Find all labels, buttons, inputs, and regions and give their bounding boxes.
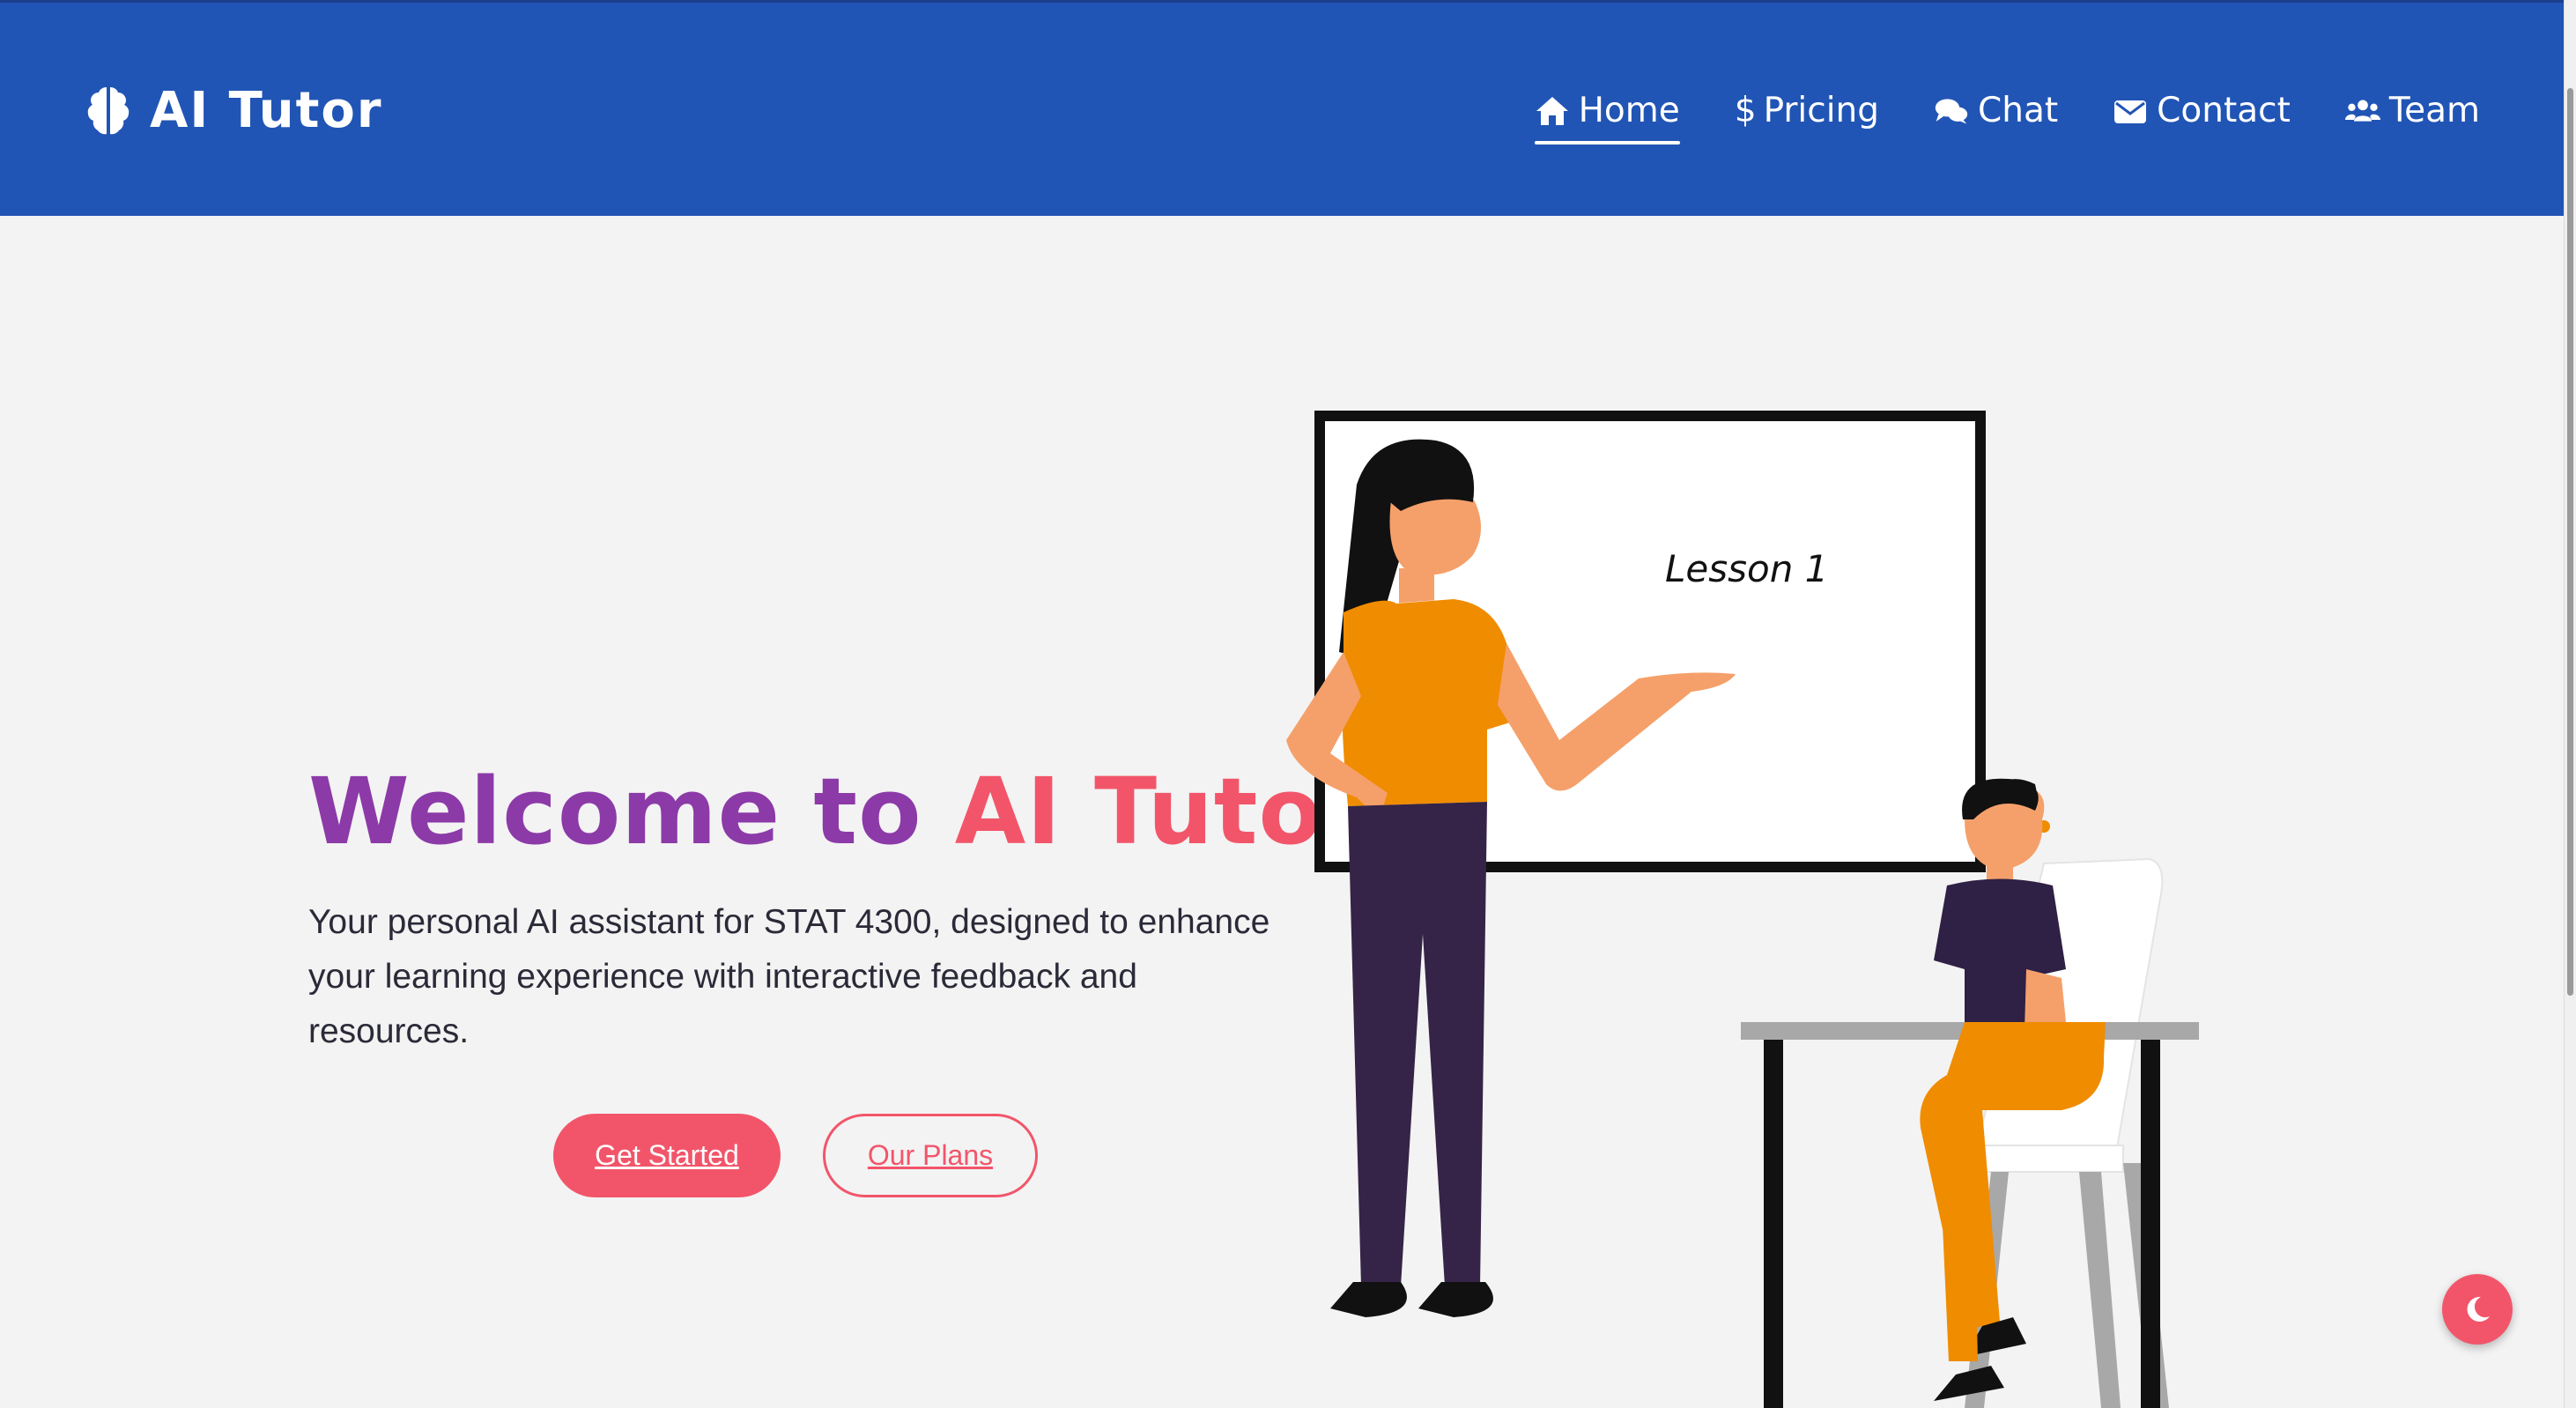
- users-icon: [2344, 100, 2380, 122]
- nav-contact[interactable]: Contact: [2113, 91, 2291, 141]
- nav-home-label: Home: [1578, 91, 1680, 130]
- logo-text: AI Tutor: [150, 82, 383, 139]
- get-started-button[interactable]: Get Started: [553, 1114, 781, 1197]
- hero-title-welcome: Welcome to: [308, 758, 922, 865]
- nav-pricing[interactable]: $ Pricing: [1735, 91, 1879, 141]
- nav-chat-label: Chat: [1978, 91, 2059, 130]
- nav-home[interactable]: Home: [1534, 91, 1680, 145]
- our-plans-button[interactable]: Our Plans: [823, 1114, 1038, 1197]
- logo[interactable]: AI Tutor: [83, 82, 382, 139]
- main-nav: Home $ Pricing Chat Contact Team: [1534, 91, 2480, 145]
- scrollbar-thumb[interactable]: [2567, 88, 2573, 996]
- moon-icon: [2467, 1296, 2490, 1322]
- top-navbar: AI Tutor Home $ Pricing Chat Contact Tea…: [0, 0, 2564, 216]
- nav-pricing-label: Pricing: [1763, 91, 1880, 130]
- home-icon: [1536, 96, 1568, 125]
- dollar-icon: $: [1734, 91, 1757, 130]
- board-text: Lesson 1: [1665, 547, 1828, 590]
- nav-chat[interactable]: Chat: [1934, 91, 2058, 141]
- teacher-student-illustration: Lesson 1: [1286, 411, 2199, 1408]
- nav-team-label: Team: [2388, 91, 2480, 130]
- page-scrollbar[interactable]: [2564, 0, 2576, 1408]
- envelope-icon: [2114, 100, 2147, 123]
- nav-team[interactable]: Team: [2344, 91, 2480, 141]
- chat-icon: [1935, 98, 1968, 124]
- theme-toggle-button[interactable]: [2442, 1274, 2513, 1345]
- nav-contact-label: Contact: [2157, 91, 2291, 130]
- hero-description: Your personal AI assistant for STAT 4300…: [308, 903, 1270, 1050]
- brain-icon: [87, 86, 130, 134]
- hero-title: Welcome to AI Tutor: [308, 758, 1368, 865]
